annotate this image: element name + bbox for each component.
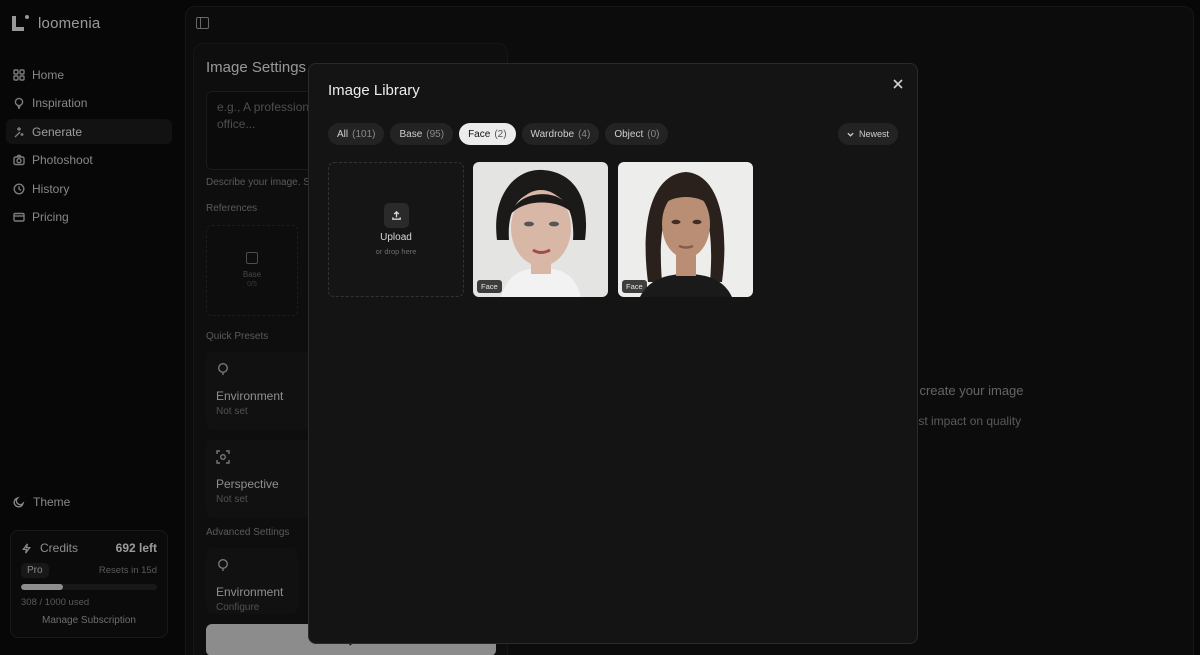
upload-dropzone[interactable]: Upload or drop here xyxy=(328,162,464,297)
image-tag: Face xyxy=(477,280,502,293)
filter-count: (4) xyxy=(578,128,591,140)
filter-wardrobe[interactable]: Wardrobe (4) xyxy=(521,123,600,145)
sort-dropdown[interactable]: Newest xyxy=(838,123,899,145)
upload-icon xyxy=(383,203,409,228)
filter-count: (95) xyxy=(426,128,445,140)
filter-chips: All (101) Base (95) Face (2) Wardrobe (4… xyxy=(328,123,669,145)
sort-label: Newest xyxy=(859,129,890,139)
image-library-modal: Image Library All (101) Base (95) Face (… xyxy=(308,63,918,644)
filter-label: Object xyxy=(614,128,644,140)
filter-object[interactable]: Object (0) xyxy=(605,123,669,145)
face-portrait-image xyxy=(473,162,608,297)
upload-title: Upload xyxy=(380,232,412,243)
upload-hint: or drop here xyxy=(375,247,417,256)
filter-label: Wardrobe xyxy=(530,128,575,140)
filter-base[interactable]: Base (95) xyxy=(390,123,454,145)
filter-count: (101) xyxy=(352,128,376,140)
library-image[interactable]: Face xyxy=(618,162,753,297)
filter-label: All xyxy=(337,128,349,140)
library-image[interactable]: Face xyxy=(473,162,608,297)
filter-count: (2) xyxy=(494,128,507,140)
filter-count: (0) xyxy=(647,128,660,140)
modal-title: Image Library xyxy=(328,82,420,99)
chevron-down-icon xyxy=(847,132,854,137)
close-button[interactable] xyxy=(890,76,906,92)
image-tag: Face xyxy=(622,280,647,293)
filter-face[interactable]: Face (2) xyxy=(459,123,516,145)
filter-label: Face xyxy=(468,128,491,140)
close-icon xyxy=(893,79,903,89)
filter-label: Base xyxy=(399,128,423,140)
filter-all[interactable]: All (101) xyxy=(328,123,385,145)
face-portrait-image xyxy=(618,162,753,297)
